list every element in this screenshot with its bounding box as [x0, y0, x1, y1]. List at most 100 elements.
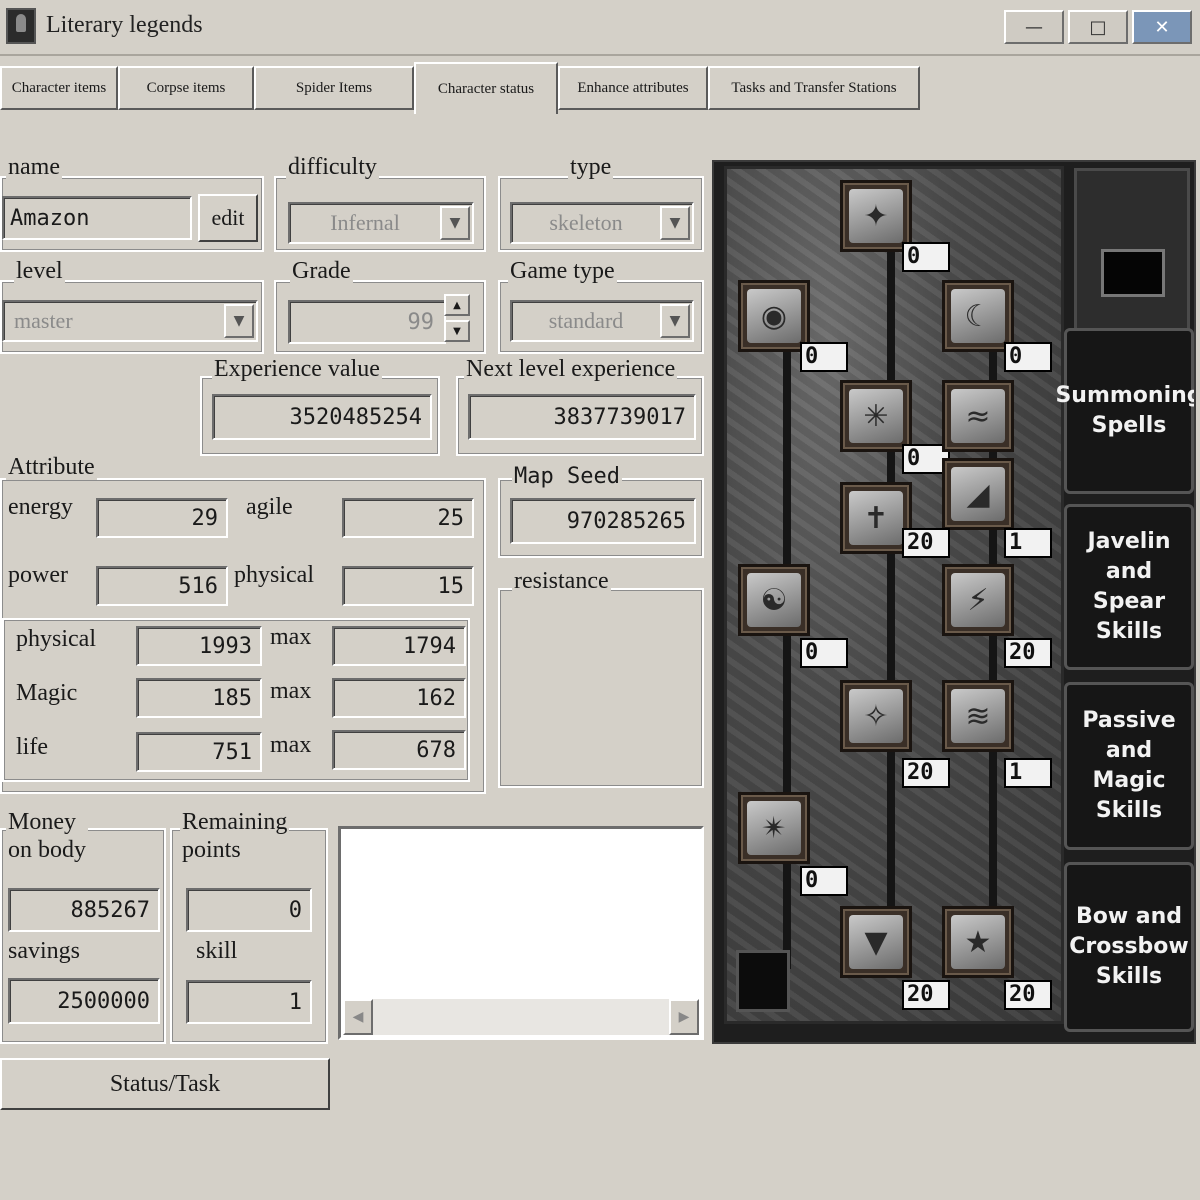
agile-field[interactable]: 25	[342, 498, 474, 538]
difficulty-label: difficulty	[286, 154, 379, 180]
chevron-down-icon: ▼	[660, 304, 690, 338]
next-experience-label: Next level experience	[464, 356, 678, 382]
skill-points: 0	[800, 866, 848, 896]
tab-bar: Character items Corpse items Spider Item…	[0, 62, 1200, 114]
storm-skill-icon[interactable]: ★	[942, 906, 1014, 978]
skill-points: 20	[1004, 980, 1052, 1010]
edit-button[interactable]: edit	[198, 194, 258, 242]
physical-stat-label: physical	[16, 626, 96, 652]
level-select[interactable]: master ▼	[2, 300, 258, 342]
physical-max-field[interactable]: 1794	[332, 626, 466, 666]
game-type-value: standard	[548, 308, 624, 333]
map-seed-label: Map Seed	[512, 464, 622, 490]
life-stat-label: life	[16, 734, 48, 760]
skill-points: 20	[1004, 638, 1052, 668]
fury-skill-icon[interactable]: ▼	[840, 906, 912, 978]
resistance-group	[498, 588, 704, 788]
skill-label: skill	[196, 938, 238, 964]
spin-up-icon[interactable]: ▲	[444, 294, 470, 316]
maximize-button[interactable]: □	[1068, 10, 1128, 44]
minimize-icon: —	[1025, 16, 1043, 38]
money-label: Money on body	[6, 808, 88, 864]
type-label: type	[568, 154, 614, 180]
title-bar: Literary legends — □ ✕	[0, 0, 1200, 56]
skill-tree-panel: ✦ 0 ◉ 0 ☾ 0 ✳ 0 ≈ ◢ 1 ✝ 20 ☯ 0 ⚡ 20 ✧ 20…	[712, 160, 1196, 1044]
power-label: power	[8, 562, 68, 588]
tab-character-status[interactable]: Character status	[414, 62, 558, 114]
tab-spider-items[interactable]: Spider Items	[254, 66, 414, 110]
scroll-right-icon[interactable]: ▶	[669, 999, 699, 1035]
claw-skill-icon[interactable]: ✧	[840, 680, 912, 752]
life-max-field[interactable]: 678	[332, 730, 466, 770]
type-select[interactable]: skeleton ▼	[510, 202, 694, 244]
remaining-field[interactable]: 0	[186, 888, 312, 932]
tab-bow-crossbow-skills[interactable]: Bow and Crossbow Skills	[1064, 862, 1194, 1032]
skill-field[interactable]: 1	[186, 980, 312, 1024]
chevron-down-icon: ▼	[224, 304, 254, 338]
energy-label: energy	[8, 494, 73, 520]
tab-passive-magic-skills[interactable]: Passive and Magic Skills	[1064, 682, 1194, 850]
name-label: name	[6, 154, 62, 180]
physical-stat-field[interactable]: 1993	[136, 626, 262, 666]
status-task-button[interactable]: Status/Task	[0, 1058, 330, 1110]
max-label: max	[270, 624, 312, 650]
window-title: Literary legends	[46, 12, 203, 38]
game-type-label: Game type	[508, 258, 617, 284]
difficulty-select[interactable]: Infernal ▼	[288, 202, 474, 244]
wave-skill-icon[interactable]: ≈	[942, 380, 1014, 452]
minimize-button[interactable]: —	[1004, 10, 1064, 44]
savings-field[interactable]: 2500000	[8, 978, 160, 1024]
level-value: master	[14, 308, 73, 333]
maximize-icon: □	[1089, 16, 1107, 38]
skill-points: 1	[1004, 528, 1052, 558]
tab-character-items[interactable]: Character items	[0, 66, 118, 110]
lightning-orb-skill-icon[interactable]: ⚡	[942, 564, 1014, 636]
tab-corpse-items[interactable]: Corpse items	[118, 66, 254, 110]
tab-javelin-spear-skills[interactable]: Javelin and Spear Skills	[1064, 504, 1194, 670]
power-field[interactable]: 516	[96, 566, 228, 606]
chevron-down-icon: ▼	[660, 206, 690, 240]
remaining-label: Remaining points	[180, 808, 290, 864]
resistance-label: resistance	[512, 568, 611, 594]
close-icon: ✕	[1154, 16, 1170, 38]
next-experience-field[interactable]: 3837739017	[468, 394, 696, 440]
agile-label: agile	[246, 494, 293, 520]
skill-points: 0	[800, 638, 848, 668]
name-field[interactable]: Amazon	[2, 196, 192, 240]
game-type-select[interactable]: standard ▼	[510, 300, 694, 342]
tab-tasks-transfer[interactable]: Tasks and Transfer Stations	[708, 66, 920, 110]
horizontal-scrollbar[interactable]: ◀ ▶	[343, 999, 699, 1035]
magic-max-field[interactable]: 162	[332, 678, 466, 718]
max-label: max	[270, 678, 312, 704]
close-button[interactable]: ✕	[1132, 10, 1192, 44]
spark-skill-icon[interactable]: ✳	[840, 380, 912, 452]
magic-stat-label: Magic	[16, 680, 78, 706]
connector-line	[887, 249, 895, 949]
status-list[interactable]: ◀ ▶	[338, 826, 704, 1040]
tab-enhance-attributes[interactable]: Enhance attributes	[558, 66, 708, 110]
skill-points: 1	[1004, 758, 1052, 788]
energy-field[interactable]: 29	[96, 498, 228, 538]
stairs-skill-icon[interactable]: ◢	[942, 458, 1014, 530]
grade-field[interactable]: 99	[288, 300, 446, 344]
map-seed-field[interactable]: 970285265	[510, 498, 696, 544]
chevron-down-icon: ▼	[440, 206, 470, 240]
connector-line	[783, 349, 791, 969]
ripple-skill-icon[interactable]: ≋	[942, 680, 1014, 752]
spin-down-icon[interactable]: ▼	[444, 320, 470, 342]
physical-attr-label: physical	[234, 562, 314, 588]
skill-points: 0	[800, 342, 848, 372]
physical-attr-field[interactable]: 15	[342, 566, 474, 606]
starburst-skill-icon[interactable]: ✴	[738, 792, 810, 864]
experience-field[interactable]: 3520485254	[212, 394, 432, 440]
magic-stat-field[interactable]: 185	[136, 678, 262, 718]
scroll-left-icon[interactable]: ◀	[343, 999, 373, 1035]
life-stat-field[interactable]: 751	[136, 732, 262, 772]
experience-label: Experience value	[212, 356, 382, 382]
tab-summoning-spells[interactable]: Summoning Spells	[1055, 328, 1194, 494]
money-field[interactable]: 885267	[8, 888, 160, 932]
type-value: skeleton	[549, 210, 623, 235]
attribute-label: Attribute	[6, 454, 97, 480]
figure-skill-icon[interactable]: ☯	[738, 564, 810, 636]
savings-label: savings	[8, 938, 80, 964]
